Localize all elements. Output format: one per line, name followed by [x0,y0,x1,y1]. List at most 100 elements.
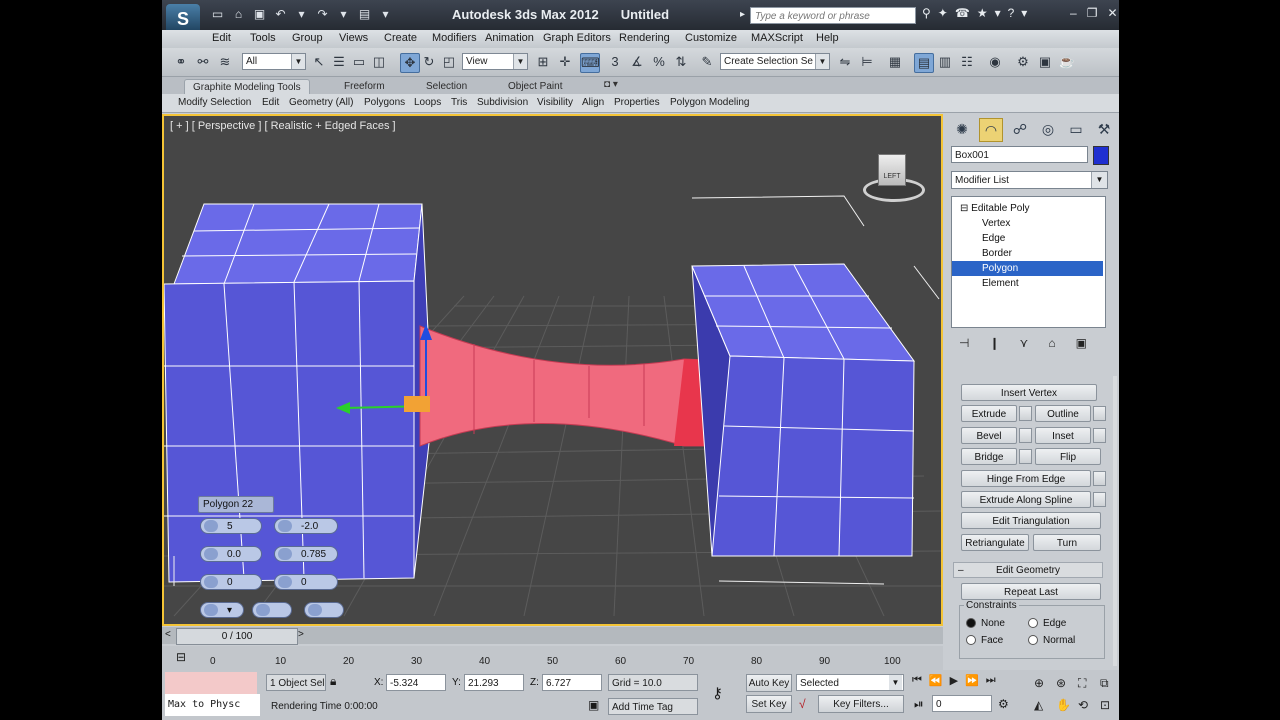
key-mode-dropdown[interactable]: Selected ▼ [796,674,904,691]
hinge-from-edge-button[interactable]: Hinge From Edge [961,470,1091,487]
modify-tab-icon[interactable]: ◠ [979,118,1003,142]
selection-filter-dropdown[interactable]: All ▼ [242,53,306,70]
configure-sets-icon[interactable]: ▣ [1076,336,1087,350]
stack-item-editable-poly[interactable]: ⊟ Editable Poly [952,201,1111,216]
menu-rendering[interactable]: Rendering [619,32,670,44]
select-object-icon[interactable]: ↖ [310,53,328,71]
menu-tools[interactable]: Tools [250,32,276,44]
move-icon[interactable]: ✥ [400,53,420,73]
outline-settings-icon[interactable] [1093,406,1106,421]
zoom-extents-all-icon[interactable]: ⧉ [1100,676,1109,691]
menu-modifiers[interactable]: Modifiers [432,32,477,44]
rotate-icon[interactable]: ↻ [420,53,438,71]
minimize-icon[interactable]: – [1070,6,1077,20]
field-of-view-icon[interactable]: ◭ [1034,698,1043,712]
schematic-view-icon[interactable]: ☷ [958,53,976,71]
stack-item-edge[interactable]: Edge [952,231,1103,246]
open-file-icon[interactable]: ⌂ [231,7,246,21]
caddy-segments-field[interactable]: 5 [200,518,262,534]
maxscript-listener[interactable]: Max to Physc [165,672,260,716]
menu-edit[interactable]: Edit [212,32,231,44]
panel-modify-selection[interactable]: Modify Selection [178,97,251,108]
remove-modifier-icon[interactable]: ⌂ [1048,336,1055,350]
next-frame-icon[interactable]: ⏩ [965,674,979,687]
panel-properties[interactable]: Properties [614,97,660,108]
align-icon[interactable]: ⊨ [858,53,876,71]
restore-icon[interactable]: ❐ [1087,6,1098,20]
link-icon[interactable]: ⚭ [172,53,190,71]
redo-icon[interactable]: ↷ [315,7,330,21]
x-coord-field[interactable]: -5.324 [386,674,446,691]
caddy-bias-field[interactable]: 0.0 [200,546,262,562]
current-frame-field[interactable]: 0 [932,695,992,712]
bevel-button[interactable]: Bevel [961,427,1017,444]
maxscript-output-line[interactable] [165,672,257,694]
snaps-toggle-icon[interactable]: 3 [606,53,624,71]
caddy-twist1-field[interactable]: 0 [200,574,262,590]
extrude-settings-icon[interactable] [1019,406,1032,421]
play-icon[interactable]: ▶ [950,674,958,687]
key-filters-button[interactable]: Key Filters... [818,695,904,713]
flip-button[interactable]: Flip [1035,448,1101,465]
caddy-twist2-field[interactable]: 0 [274,574,338,590]
show-end-result-icon[interactable]: ❙ [989,336,999,350]
y-coord-field[interactable]: 21.293 [464,674,524,691]
bevel-settings-icon[interactable] [1019,428,1032,443]
panel-subdivision[interactable]: Subdivision [477,97,528,108]
stack-item-element[interactable]: Element [952,276,1103,291]
pin-stack-icon[interactable]: ⊣ [959,336,969,350]
panel-geometry-all[interactable]: Geometry (All) [289,97,353,108]
object-color-swatch[interactable] [1093,146,1109,165]
bridge-button[interactable]: Bridge [961,448,1017,465]
title-dropdown-icon[interactable]: ▾ [995,6,1001,20]
panel-edit[interactable]: Edit [262,97,279,108]
caddy-pick-polygon1[interactable] [252,602,292,618]
select-manipulate-icon[interactable]: ✛ [556,53,574,71]
panel-align[interactable]: Align [582,97,604,108]
new-file-icon[interactable]: ▭ [210,7,225,21]
zoom-icon[interactable]: ⊕ [1034,676,1044,690]
go-to-start-icon[interactable]: ⏮ [912,674,922,687]
make-unique-icon[interactable]: ⋎ [1020,336,1029,350]
tab-object-paint[interactable]: Object Paint [500,79,570,94]
time-next-arrow-icon[interactable]: > [298,629,304,640]
outline-button[interactable]: Outline [1035,405,1091,422]
close-icon[interactable]: ✕ [1107,6,1117,20]
maximize-viewport-icon[interactable]: ⊡ [1100,698,1110,712]
tab-selection[interactable]: Selection [418,79,475,94]
rendered-frame-icon[interactable]: ▣ [1036,53,1054,71]
bind-spacewarp-icon[interactable]: ≋ [216,53,234,71]
layer-manager-icon[interactable]: ▦ [886,53,904,71]
perspective-viewport[interactable]: [ + ] [ Perspective ] [ Realistic + Edge… [162,114,943,626]
menu-animation[interactable]: Animation [485,32,534,44]
graphite-toggle-icon[interactable]: ▤ [914,53,934,73]
material-editor-icon[interactable]: ◉ [986,53,1004,71]
repeat-last-button[interactable]: Repeat Last [961,583,1101,600]
panel-tris[interactable]: Tris [451,97,467,108]
zoom-all-icon[interactable]: ⊛ [1056,676,1066,690]
constraint-normal-radio[interactable]: Normal [1028,635,1075,646]
keyboard-shortcut-icon[interactable]: ⌨ [580,53,600,73]
mini-curve-editor-icon[interactable]: ⊟ [176,650,186,664]
bridge-settings-icon[interactable] [1019,449,1032,464]
set-key-button[interactable]: Set Key [746,695,792,713]
communication-icon[interactable]: ☎ [955,6,970,20]
set-key-icon[interactable]: ⚷ [712,684,723,702]
mirror-icon[interactable]: ⇋ [836,53,854,71]
time-tag-icon[interactable]: ▣ [588,698,599,712]
previous-frame-icon[interactable]: ⏪ [929,674,943,687]
hinge-settings-icon[interactable] [1093,471,1106,486]
orbit-icon[interactable]: ⟲ [1078,698,1088,712]
track-bar[interactable]: ⊟ 0 10 20 30 40 50 60 70 80 90 100 [162,646,943,670]
angle-snap-icon[interactable]: ∡ [628,53,646,71]
viewcube-face[interactable]: LEFT [878,154,906,186]
inset-button[interactable]: Inset [1035,427,1091,444]
menu-graph-editors[interactable]: Graph Editors [543,32,611,44]
help-icon[interactable]: ? [1008,6,1015,20]
auto-key-button[interactable]: Auto Key [746,674,792,692]
retriangulate-button[interactable]: Retriangulate [961,534,1029,551]
undo-dropdown-icon[interactable]: ▾ [294,7,309,21]
constraint-face-radio[interactable]: Face [966,635,1003,646]
menu-customize[interactable]: Customize [685,32,737,44]
window-crossing-icon[interactable]: ◫ [370,53,388,71]
